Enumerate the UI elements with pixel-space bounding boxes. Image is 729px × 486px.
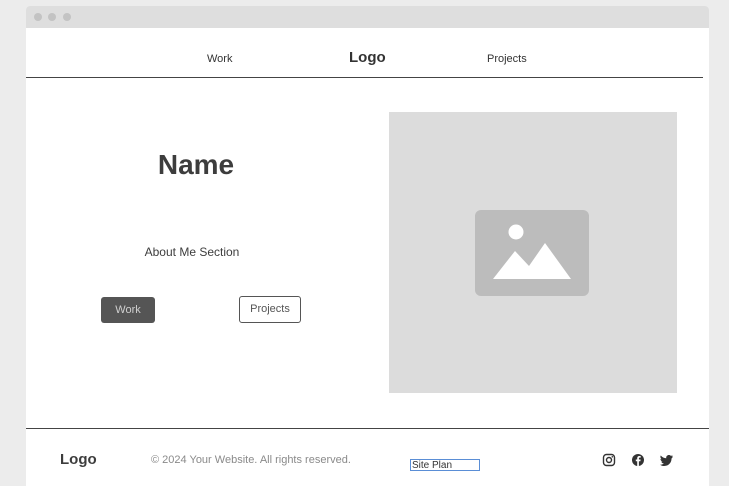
top-navigation: Work Logo Projects [26, 28, 709, 78]
about-me-text: About Me Section [144, 245, 240, 259]
browser-window: Work Logo Projects Name About Me Section… [26, 6, 709, 486]
window-minimize-dot[interactable] [48, 13, 56, 21]
work-button[interactable]: Work [101, 297, 155, 323]
instagram-icon[interactable] [602, 453, 616, 467]
footer-divider [26, 428, 709, 429]
nav-logo[interactable]: Logo [349, 49, 386, 66]
window-close-dot[interactable] [34, 13, 42, 21]
copyright-text: © 2024 Your Website. All rights reserved… [151, 454, 351, 466]
window-titlebar [26, 6, 709, 28]
nav-divider [26, 77, 703, 78]
site-plan-link[interactable]: Site Plan [410, 459, 480, 471]
nav-link-work[interactable]: Work [207, 53, 232, 65]
hero-name: Name [157, 149, 235, 180]
facebook-icon[interactable] [631, 453, 645, 467]
nav-link-projects[interactable]: Projects [487, 53, 527, 65]
window-maximize-dot[interactable] [63, 13, 71, 21]
twitter-icon[interactable] [660, 453, 674, 467]
footer-logo[interactable]: Logo [60, 451, 97, 468]
image-placeholder-icon [475, 210, 589, 296]
hero-image-placeholder [389, 112, 677, 393]
projects-button[interactable]: Projects [239, 296, 301, 323]
